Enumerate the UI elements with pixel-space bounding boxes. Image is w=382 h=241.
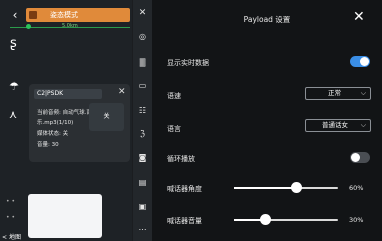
speed-select[interactable]: 正常 ⌵: [305, 87, 371, 100]
map-toggle[interactable]: < 地图: [2, 232, 21, 241]
more-dots-icon: • •: [6, 214, 15, 221]
loop-toggle[interactable]: [350, 152, 370, 163]
flight-mode-badge[interactable]: 姿态模式: [26, 8, 130, 22]
volume-slider[interactable]: [234, 214, 338, 225]
grid-icon[interactable]: ☷: [136, 106, 149, 115]
media-status: 媒体状态: 关: [37, 131, 69, 137]
realtime-data-toggle[interactable]: [350, 56, 370, 67]
volume-readout: 音量: 30: [37, 142, 59, 148]
close-icon[interactable]: ✕: [353, 9, 365, 25]
mini-map[interactable]: [28, 194, 102, 238]
parachute-icon[interactable]: ☂: [9, 80, 19, 93]
slider-handle[interactable]: [291, 182, 302, 193]
loop-label: 循环播放: [167, 155, 195, 163]
chevron-down-icon: ⌵: [360, 89, 366, 97]
robot-icon[interactable]: 🀫: [136, 58, 149, 68]
map-label: 地图: [8, 234, 21, 241]
speed-label: 语速: [167, 92, 181, 100]
close-icon[interactable]: ✕: [118, 87, 126, 97]
voice-label: 语言: [167, 125, 181, 133]
app-logo-icon[interactable]: ʂ: [10, 36, 17, 51]
panel-icon[interactable]: ▣: [136, 202, 149, 211]
mode-icon: [29, 11, 37, 19]
display-icon[interactable]: ▭: [136, 81, 149, 90]
chevron-down-icon: ⌵: [360, 121, 366, 129]
stop-button[interactable]: 关: [89, 103, 124, 131]
top-status-bar: ‹ 姿态模式: [6, 7, 130, 23]
speed-value: 正常: [328, 89, 341, 97]
card-title: C2|PSDK: [34, 89, 102, 99]
collapse-icon[interactable]: ✕: [136, 8, 149, 18]
toggle-knob: [351, 153, 360, 162]
toggle-knob: [360, 57, 369, 66]
gps-distance: 5.0km: [62, 23, 78, 29]
slider-handle[interactable]: [260, 214, 271, 225]
flight-mode-text: 姿态模式: [50, 11, 78, 19]
vertical-toolbar: ✕ ◎ 🀫 ▭ ☷ ℨ ◙ ▤ ▣ ⋯: [133, 0, 152, 241]
voice-select[interactable]: 普通话女 ⌵: [305, 119, 371, 132]
hook-icon[interactable]: ℨ: [136, 129, 149, 138]
target-icon[interactable]: ◎: [136, 32, 149, 41]
psdk-audio-card: C2|PSDK ✕ 当前音频: 自动气球.南杰 乐.mp3(1/10) 媒体状态…: [29, 84, 130, 162]
aircraft-icon[interactable]: ⋏: [9, 108, 17, 121]
volume-percent: 30%: [349, 216, 364, 224]
more-icon[interactable]: ⋯: [136, 225, 149, 234]
speaker-icon[interactable]: ▤: [136, 178, 149, 187]
gps-dot: [26, 24, 31, 29]
back-icon[interactable]: ‹: [6, 7, 24, 23]
chevron-icon: <: [2, 234, 8, 241]
camera-view: ‹ 姿态模式 5.0km ʂ ☂ ⋏ • • • • < 地图 C2|PSDK …: [0, 0, 132, 241]
angle-slider[interactable]: [234, 182, 338, 193]
volume-label: 喊话器音量: [167, 217, 202, 225]
audio-file: 乐.mp3(1/10): [37, 120, 74, 126]
camera-icon[interactable]: ◙: [136, 153, 149, 162]
realtime-data-label: 显示实时数据: [167, 59, 209, 67]
panel-title: Payload 设置: [243, 15, 291, 24]
angle-percent: 60%: [349, 184, 364, 192]
more-dots-icon: • •: [6, 198, 15, 205]
slider-fill: [234, 187, 296, 189]
angle-label: 喊话器角度: [167, 185, 202, 193]
voice-value: 普通话女: [322, 121, 348, 129]
payload-settings-panel: Payload 设置 ✕ 显示实时数据 语速 正常 ⌵ 语言 普通话女 ⌵ 循环…: [152, 0, 382, 241]
